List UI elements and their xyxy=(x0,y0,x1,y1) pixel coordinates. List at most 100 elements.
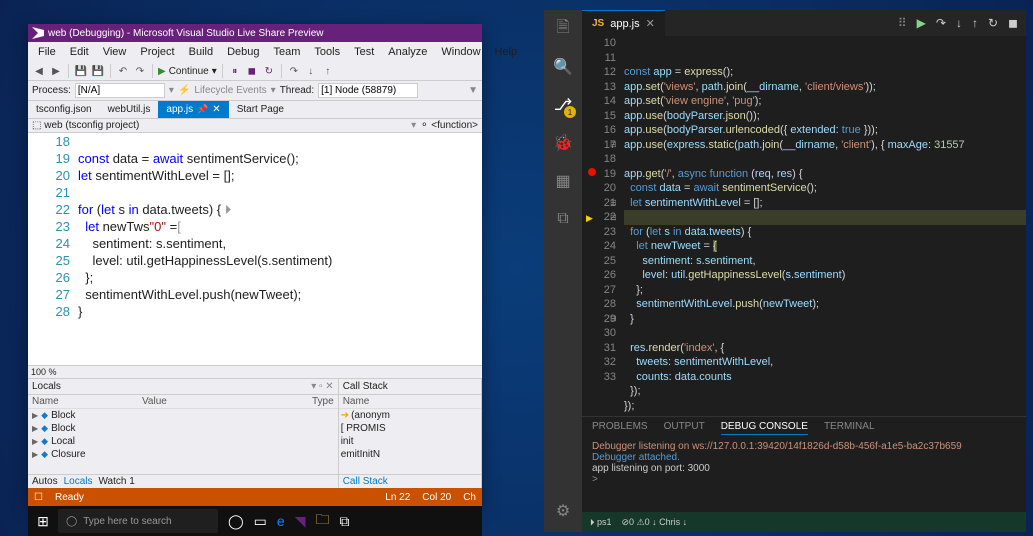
close-tab-icon[interactable]: ✕ xyxy=(212,104,220,115)
menu-team[interactable]: Team xyxy=(268,44,307,60)
restart-icon[interactable]: ↻ xyxy=(988,16,998,30)
vsc-tab-appjs[interactable]: JS app.js ✕ xyxy=(582,10,665,36)
liveshare-icon[interactable]: ⧉ xyxy=(339,509,349,533)
thread-label: Thread: xyxy=(280,85,314,96)
fold-icon[interactable]: ⊟ xyxy=(610,196,617,211)
menu-file[interactable]: File xyxy=(32,44,62,60)
stop-icon[interactable]: ◼ xyxy=(245,64,259,78)
continue-dropdown-icon[interactable]: ▾ xyxy=(212,66,217,77)
liveshare-icon[interactable]: ⧉ xyxy=(552,208,574,230)
extensions-icon[interactable]: ▦ xyxy=(552,170,574,192)
step-out-icon[interactable]: ↑ xyxy=(321,64,335,78)
step-into-icon[interactable]: ↓ xyxy=(304,64,318,78)
pin-icon[interactable]: 📌 xyxy=(197,104,208,115)
pause-icon[interactable]: ⏸ xyxy=(228,64,242,78)
callstack-body[interactable]: ➔(anonym [ PROMIS init emitInitN xyxy=(339,409,481,474)
start-button-icon[interactable]: ⊞ xyxy=(28,513,58,530)
process-combo[interactable] xyxy=(75,83,165,98)
nav-back-icon[interactable]: ◀ xyxy=(32,64,46,78)
tab-webutil[interactable]: webUtil.js xyxy=(100,101,159,118)
continue-icon[interactable]: ▶ xyxy=(917,16,926,30)
menu-tools[interactable]: Tools xyxy=(308,44,346,60)
vsc-editor[interactable]: 1011121314151617181920212223242526272829… xyxy=(582,36,1026,416)
redo-icon[interactable]: ↷ xyxy=(133,64,147,78)
menu-window[interactable]: Window xyxy=(435,44,486,60)
status-ln: Ln 22 xyxy=(385,492,410,503)
settings-gear-icon[interactable]: ⚙ xyxy=(552,500,574,522)
vs-gutter: 1819202122232425262728 xyxy=(28,133,78,365)
menu-build[interactable]: Build xyxy=(183,44,219,60)
fold-icon[interactable]: ⊟ xyxy=(610,211,617,226)
output-tab[interactable]: OUTPUT xyxy=(664,421,705,435)
vs-editor[interactable]: 1819202122232425262728 const data = awai… xyxy=(28,133,482,365)
drag-handle-icon[interactable]: ⠿ xyxy=(898,16,907,30)
windows-taskbar: ⊞ ◯ Type here to search ◯ ▭ e ◥ 🗀 ⧉ xyxy=(28,506,482,536)
step-out-icon[interactable]: ↑ xyxy=(972,16,978,30)
menu-debug[interactable]: Debug xyxy=(221,44,265,60)
explorer-icon[interactable]: 🗀 xyxy=(315,509,329,533)
vsc-tab-label: app.js xyxy=(610,18,639,30)
nav-fwd-icon[interactable]: ▶ xyxy=(49,64,63,78)
taskview-icon[interactable]: ▭ xyxy=(254,509,267,533)
watch1-tab[interactable]: Watch 1 xyxy=(98,476,134,487)
status-ready: Ready xyxy=(55,492,84,503)
continue-play-icon[interactable]: ▶ xyxy=(158,66,166,77)
breakpoint-icon[interactable] xyxy=(588,168,596,176)
locals-panel: Locals▾ ▫ ✕ NameValueType ▶◆Block ▶◆Bloc… xyxy=(28,379,339,488)
scope-project[interactable]: ⬚ web (tsconfig project) xyxy=(32,120,139,131)
filter-icon[interactable]: ▼ xyxy=(468,85,478,96)
vs-taskbar-icon[interactable]: ◥ xyxy=(295,509,306,533)
locals-tab[interactable]: Locals xyxy=(64,476,93,487)
debug-console-body[interactable]: Debugger listening on ws://127.0.0.1:394… xyxy=(582,439,1026,512)
status-ch: Ch xyxy=(463,492,476,503)
menu-project[interactable]: Project xyxy=(134,44,180,60)
scope-func[interactable]: ⚬ <function> xyxy=(420,120,478,131)
close-tab-icon[interactable]: ✕ xyxy=(646,17,655,30)
saveall-icon[interactable]: 💾 xyxy=(91,64,105,78)
vsc-code-area[interactable]: const app = express(); app.set('views', … xyxy=(624,36,1026,416)
undo-icon[interactable]: ↶ xyxy=(116,64,130,78)
taskbar-search[interactable]: ◯ Type here to search xyxy=(58,509,218,533)
panel-controls[interactable]: ▾ ▫ ✕ xyxy=(311,381,334,392)
terminal-tab[interactable]: TERMINAL xyxy=(824,421,875,435)
locals-body[interactable]: ▶◆Block ▶◆Block ▶◆Local ▶◆Closure xyxy=(28,409,338,474)
restart-icon[interactable]: ↻ xyxy=(262,64,276,78)
term-prompt[interactable]: > xyxy=(592,474,1016,485)
debug-icon[interactable]: 🐞 xyxy=(552,132,574,154)
menu-edit[interactable]: Edit xyxy=(64,44,95,60)
thread-combo[interactable] xyxy=(318,83,418,98)
lifecycle-label[interactable]: Lifecycle Events xyxy=(194,85,266,96)
activity-bar: 🗎 🔍 ⎇1 🐞 ▦ ⧉ ⚙ xyxy=(544,10,582,532)
vs-zoom[interactable]: 100 % xyxy=(28,365,482,378)
callstack-tab[interactable]: Call Stack xyxy=(343,476,388,487)
debug-console-tab[interactable]: DEBUG CONSOLE xyxy=(721,421,808,435)
status-left[interactable]: ⏵ ps1 xyxy=(590,517,612,528)
scm-icon[interactable]: ⎇1 xyxy=(552,94,574,116)
edge-icon[interactable]: e xyxy=(277,509,285,533)
explorer-icon[interactable]: 🗎 xyxy=(552,18,574,40)
stop-icon[interactable]: ◼ xyxy=(1008,16,1018,30)
menu-analyze[interactable]: Analyze xyxy=(382,44,433,60)
menu-test[interactable]: Test xyxy=(348,44,380,60)
step-over-icon[interactable]: ↷ xyxy=(287,64,301,78)
vs-titlebar[interactable]: web (Debugging) - Microsoft Visual Studi… xyxy=(28,24,482,42)
step-into-icon[interactable]: ↓ xyxy=(956,16,962,30)
autos-tab[interactable]: Autos xyxy=(32,476,58,487)
save-icon[interactable]: 💾 xyxy=(74,64,88,78)
menu-view[interactable]: View xyxy=(97,44,133,60)
fold-icon[interactable]: ⊟ xyxy=(610,312,617,327)
vs-code-area[interactable]: const data = await sentimentService(); l… xyxy=(78,133,482,365)
tab-appjs[interactable]: app.js 📌 ✕ xyxy=(158,101,228,118)
tab-startpage[interactable]: Start Page xyxy=(229,101,292,118)
status-mid[interactable]: ⊘0 ⚠0 ↓ Chris ↓ xyxy=(622,517,688,528)
vs-logo-icon xyxy=(32,27,44,39)
search-icon[interactable]: 🔍 xyxy=(552,56,574,78)
tab-tsconfig[interactable]: tsconfig.json xyxy=(28,101,100,118)
menu-help[interactable]: Help xyxy=(489,44,524,60)
step-over-icon[interactable]: ↷ xyxy=(936,16,946,30)
fold-icon[interactable]: ⊟ xyxy=(610,138,617,153)
problems-tab[interactable]: PROBLEMS xyxy=(592,421,648,435)
continue-button[interactable]: Continue xyxy=(169,66,209,77)
vsc-panel: PROBLEMS OUTPUT DEBUG CONSOLE TERMINAL D… xyxy=(582,416,1026,512)
cortana-icon[interactable]: ◯ xyxy=(228,509,244,533)
